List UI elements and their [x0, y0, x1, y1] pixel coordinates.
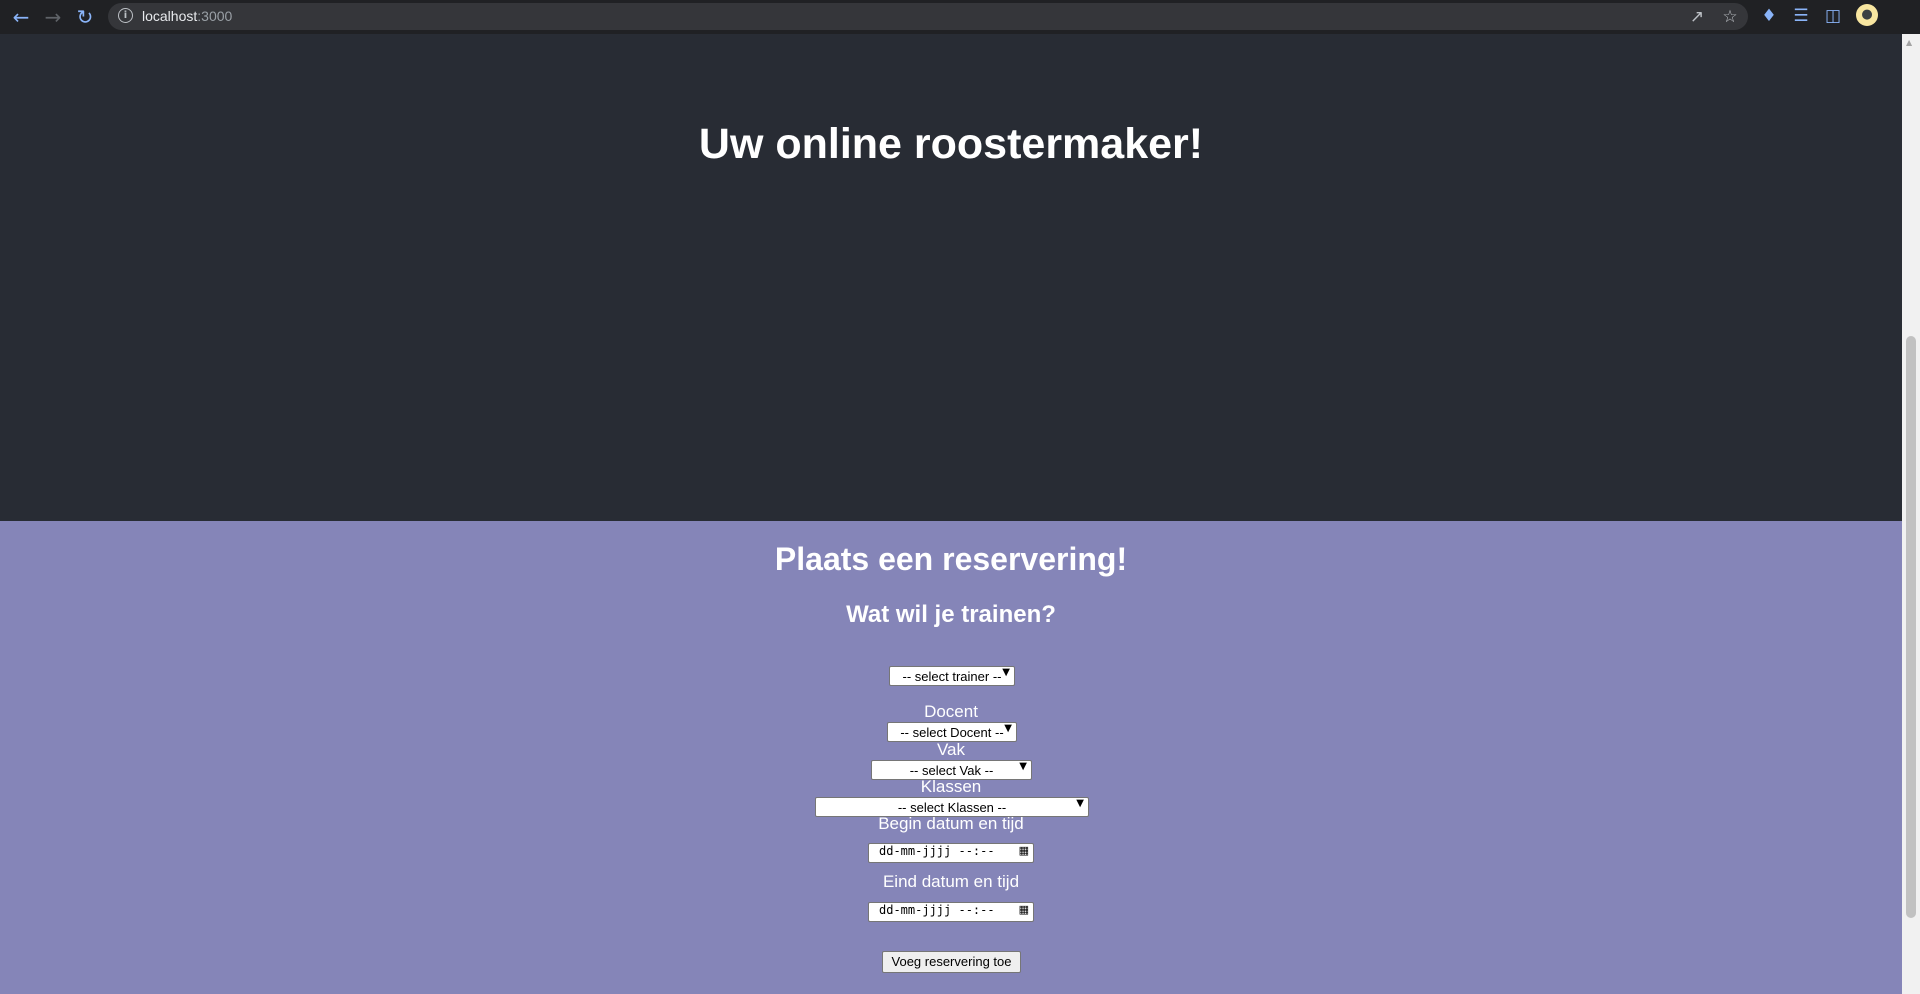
- back-icon[interactable]: ←: [10, 6, 32, 28]
- vak-select-value: -- select Vak --: [909, 763, 994, 778]
- chevron-down-icon: ▼: [1002, 667, 1010, 678]
- docent-label: Docent: [924, 702, 978, 721]
- header-section: Uw online roostermaker!: [0, 34, 1902, 521]
- share-icon[interactable]: ↗: [1686, 6, 1708, 28]
- bulb-icon[interactable]: ●: [1856, 4, 1878, 26]
- browser-toolbar: ← → ↻ i localhost:3000 ↗ ☆ ♦ ☰ ◫ ●: [0, 0, 1920, 34]
- form-title: Plaats een reservering!: [774, 541, 1128, 577]
- page-scrollbar[interactable]: ▲: [1902, 34, 1920, 994]
- forward-icon[interactable]: →: [42, 6, 64, 28]
- calendar-icon[interactable]: ▦: [1019, 844, 1029, 857]
- reservation-form: Plaats een reservering! Wat wil je train…: [0, 521, 1902, 994]
- begin-datetime-value: dd-mm-jjjj --:--: [879, 844, 995, 858]
- begin-label: Begin datum en tijd: [878, 814, 1024, 833]
- docent-select[interactable]: -- select Docent -- ▼: [887, 722, 1017, 742]
- chevron-down-icon: ▼: [1004, 723, 1012, 734]
- chevron-down-icon: ▼: [1019, 761, 1027, 772]
- klassen-label: Klassen: [920, 777, 982, 796]
- docent-select-value: -- select Docent --: [900, 725, 1004, 740]
- url-host: localhost: [142, 8, 198, 24]
- extensions-icon[interactable]: ♦: [1758, 5, 1780, 27]
- add-reservation-button[interactable]: Voeg reservering toe: [882, 951, 1021, 973]
- url-text[interactable]: localhost:3000: [142, 8, 232, 24]
- eind-datetime-value: dd-mm-jjjj --:--: [879, 903, 995, 917]
- trainer-select-value: -- select trainer --: [902, 669, 1002, 684]
- begin-datetime-input[interactable]: dd-mm-jjjj --:-- ▦: [868, 843, 1034, 863]
- calendar-icon[interactable]: ▦: [1019, 903, 1029, 916]
- eind-datetime-input[interactable]: dd-mm-jjjj --:-- ▦: [868, 902, 1034, 922]
- scrollbar-thumb[interactable]: [1906, 336, 1916, 918]
- scroll-up-icon[interactable]: ▲: [1906, 38, 1912, 47]
- trainer-select[interactable]: -- select trainer -- ▼: [889, 666, 1015, 686]
- page-title: Uw online roostermaker!: [698, 120, 1204, 168]
- klassen-select-value: -- select Klassen --: [897, 800, 1007, 815]
- reload-icon[interactable]: ↻: [74, 6, 96, 28]
- sidepanel-icon[interactable]: ◫: [1822, 5, 1844, 27]
- eind-label: Eind datum en tijd: [882, 872, 1020, 891]
- address-bar[interactable]: i localhost:3000: [108, 3, 1748, 30]
- vak-label: Vak: [936, 740, 966, 759]
- form-subtitle: Wat wil je trainen?: [846, 601, 1056, 628]
- info-icon[interactable]: i: [118, 8, 133, 23]
- star-icon[interactable]: ☆: [1719, 6, 1741, 28]
- media-icon[interactable]: ☰: [1790, 5, 1812, 27]
- chevron-down-icon: ▼: [1076, 798, 1084, 809]
- url-port: :3000: [197, 8, 233, 24]
